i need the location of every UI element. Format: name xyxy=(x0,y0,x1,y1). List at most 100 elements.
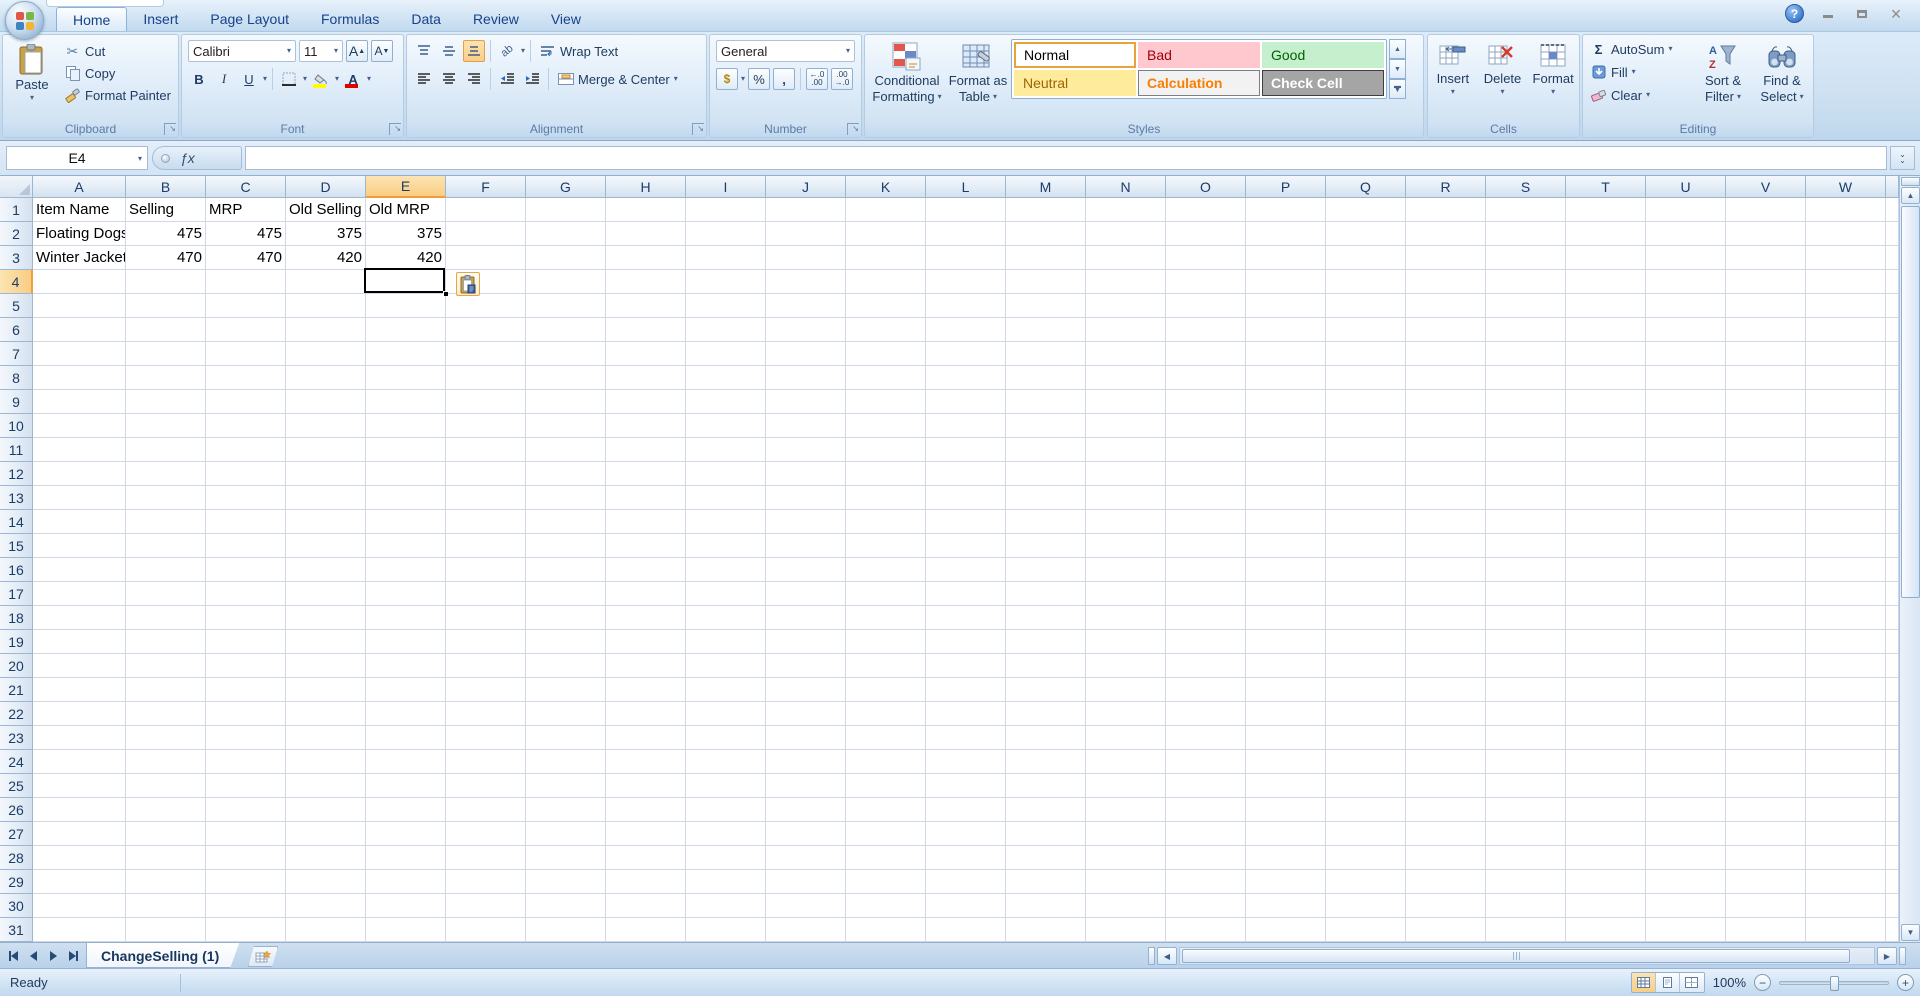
cell-B27[interactable] xyxy=(126,822,206,846)
cell-F30[interactable] xyxy=(446,894,526,918)
cell-J10[interactable] xyxy=(766,414,846,438)
cell-A8[interactable] xyxy=(33,366,126,390)
cell-P15[interactable] xyxy=(1246,534,1326,558)
cell-W5[interactable] xyxy=(1806,294,1886,318)
column-header-B[interactable]: B xyxy=(126,176,206,198)
cell-N25[interactable] xyxy=(1086,774,1166,798)
cell-C4[interactable] xyxy=(206,270,286,294)
cell-B24[interactable] xyxy=(126,750,206,774)
cell-partial[interactable] xyxy=(1886,318,1899,342)
cell-O3[interactable] xyxy=(1166,246,1246,270)
cell-N29[interactable] xyxy=(1086,870,1166,894)
cell-W13[interactable] xyxy=(1806,486,1886,510)
cell-W27[interactable] xyxy=(1806,822,1886,846)
office-button[interactable] xyxy=(5,1,44,40)
column-header-T[interactable]: T xyxy=(1566,176,1646,198)
cell-C30[interactable] xyxy=(206,894,286,918)
cell-A14[interactable] xyxy=(33,510,126,534)
cell-B3[interactable]: 470 xyxy=(126,246,206,270)
cell-G31[interactable] xyxy=(526,918,606,942)
grow-font-button[interactable]: A ▲ xyxy=(346,40,368,62)
cell-L18[interactable] xyxy=(926,606,1006,630)
cell-partial[interactable] xyxy=(1886,270,1899,294)
cell-W28[interactable] xyxy=(1806,846,1886,870)
column-header-K[interactable]: K xyxy=(846,176,926,198)
cell-K15[interactable] xyxy=(846,534,926,558)
cell-S7[interactable] xyxy=(1486,342,1566,366)
cell-J31[interactable] xyxy=(766,918,846,942)
column-header-V[interactable]: V xyxy=(1726,176,1806,198)
font-size-combo[interactable]: 11 ▾ xyxy=(299,40,343,62)
cell-N8[interactable] xyxy=(1086,366,1166,390)
cell-partial[interactable] xyxy=(1886,294,1899,318)
cell-Q27[interactable] xyxy=(1326,822,1406,846)
cell-R18[interactable] xyxy=(1406,606,1486,630)
cell-L29[interactable] xyxy=(926,870,1006,894)
row-header-2[interactable]: 2 xyxy=(0,222,33,246)
cell-M27[interactable] xyxy=(1006,822,1086,846)
cell-F17[interactable] xyxy=(446,582,526,606)
cell-E11[interactable] xyxy=(366,438,446,462)
cell-P22[interactable] xyxy=(1246,702,1326,726)
help-icon[interactable]: ? xyxy=(1785,4,1804,23)
cell-D15[interactable] xyxy=(286,534,366,558)
cell-A30[interactable] xyxy=(33,894,126,918)
cell-H22[interactable] xyxy=(606,702,686,726)
cell-R1[interactable] xyxy=(1406,198,1486,222)
row-header-31[interactable]: 31 xyxy=(0,918,33,942)
row-header-19[interactable]: 19 xyxy=(0,630,33,654)
column-header-E[interactable]: E xyxy=(366,176,446,198)
cell-V26[interactable] xyxy=(1726,798,1806,822)
cell-U13[interactable] xyxy=(1646,486,1726,510)
cell-P13[interactable] xyxy=(1246,486,1326,510)
cell-H7[interactable] xyxy=(606,342,686,366)
cell-D22[interactable] xyxy=(286,702,366,726)
format-as-table-button[interactable]: Format as Table ▾ xyxy=(947,37,1009,104)
sort-filter-button[interactable]: AZ Sort & Filter ▾ xyxy=(1695,37,1751,104)
selected-cell-border[interactable] xyxy=(364,268,445,293)
cell-A13[interactable] xyxy=(33,486,126,510)
column-header-partial[interactable] xyxy=(1886,176,1899,198)
cell-V14[interactable] xyxy=(1726,510,1806,534)
cell-partial[interactable] xyxy=(1886,486,1899,510)
cell-B7[interactable] xyxy=(126,342,206,366)
cell-G15[interactable] xyxy=(526,534,606,558)
cell-W25[interactable] xyxy=(1806,774,1886,798)
cell-N13[interactable] xyxy=(1086,486,1166,510)
column-header-H[interactable]: H xyxy=(606,176,686,198)
cell-J26[interactable] xyxy=(766,798,846,822)
cell-M9[interactable] xyxy=(1006,390,1086,414)
cell-F20[interactable] xyxy=(446,654,526,678)
cell-S8[interactable] xyxy=(1486,366,1566,390)
cell-V31[interactable] xyxy=(1726,918,1806,942)
cell-A21[interactable] xyxy=(33,678,126,702)
cell-I26[interactable] xyxy=(686,798,766,822)
cell-A9[interactable] xyxy=(33,390,126,414)
cell-B12[interactable] xyxy=(126,462,206,486)
cell-Q26[interactable] xyxy=(1326,798,1406,822)
cell-W17[interactable] xyxy=(1806,582,1886,606)
cell-D20[interactable] xyxy=(286,654,366,678)
cell-O4[interactable] xyxy=(1166,270,1246,294)
cell-R8[interactable] xyxy=(1406,366,1486,390)
cell-F19[interactable] xyxy=(446,630,526,654)
cell-A17[interactable] xyxy=(33,582,126,606)
top-align-button[interactable] xyxy=(413,40,435,62)
cell-R17[interactable] xyxy=(1406,582,1486,606)
cell-B22[interactable] xyxy=(126,702,206,726)
cell-C14[interactable] xyxy=(206,510,286,534)
cell-O5[interactable] xyxy=(1166,294,1246,318)
cell-B19[interactable] xyxy=(126,630,206,654)
cell-F18[interactable] xyxy=(446,606,526,630)
tab-page-layout[interactable]: Page Layout xyxy=(194,7,305,31)
cell-E26[interactable] xyxy=(366,798,446,822)
row-header-5[interactable]: 5 xyxy=(0,294,33,318)
select-all-corner[interactable] xyxy=(0,176,33,198)
cell-H27[interactable] xyxy=(606,822,686,846)
cell-B6[interactable] xyxy=(126,318,206,342)
cell-U15[interactable] xyxy=(1646,534,1726,558)
cell-S12[interactable] xyxy=(1486,462,1566,486)
cell-V9[interactable] xyxy=(1726,390,1806,414)
cell-I10[interactable] xyxy=(686,414,766,438)
cell-N26[interactable] xyxy=(1086,798,1166,822)
